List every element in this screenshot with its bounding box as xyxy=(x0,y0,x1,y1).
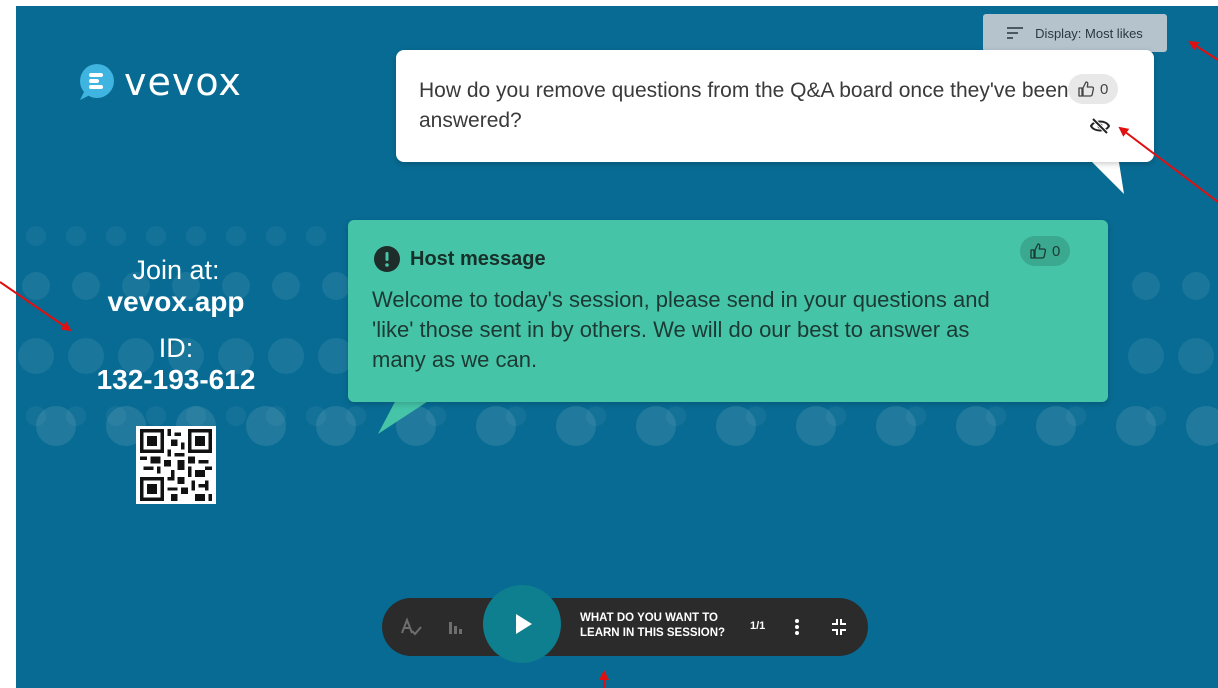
question-card-tail xyxy=(1086,156,1124,194)
thumbs-up-icon xyxy=(1078,81,1094,97)
host-message-like-button[interactable]: 0 xyxy=(1020,236,1071,266)
question-like-button[interactable]: 0 xyxy=(1068,74,1119,104)
host-message-like-count: 0 xyxy=(1052,242,1061,260)
alert-icon xyxy=(374,246,400,272)
host-message-text: Welcome to today's session, please send … xyxy=(372,287,990,372)
join-label: Join at: xyxy=(132,255,220,285)
sort-lines-icon xyxy=(1007,27,1024,39)
eye-off-icon[interactable] xyxy=(1090,118,1110,134)
qr-code-icon xyxy=(140,429,212,501)
bar-chart-icon[interactable] xyxy=(444,617,466,637)
vevox-logo-icon xyxy=(80,64,114,100)
more-options-icon[interactable] xyxy=(786,617,808,637)
session-id-label: ID: xyxy=(158,333,194,363)
question-card[interactable]: How do you remove questions from the Q&A… xyxy=(396,50,1154,162)
play-icon xyxy=(516,614,532,634)
text-check-icon[interactable] xyxy=(400,617,422,637)
question-counter: 1/1 xyxy=(750,620,766,632)
thumbs-up-icon xyxy=(1030,243,1046,259)
join-url: vevox.app xyxy=(107,286,245,317)
display-sort-label: Display: Most likes xyxy=(1035,25,1143,41)
question-like-count: 0 xyxy=(1100,80,1109,98)
vevox-logo: vevox xyxy=(76,62,242,102)
question-text: How do you remove questions from the Q&A… xyxy=(419,79,1069,132)
host-message-title: Host message xyxy=(410,247,546,270)
play-button[interactable] xyxy=(483,585,561,663)
active-question-title[interactable]: WHAT DO YOU WANT TO LEARN IN THIS SESSIO… xyxy=(580,611,750,641)
session-id-value: 132-193-612 xyxy=(96,364,256,395)
presentation-stage: vevox Join at: vevox.app ID: 132-193-612 xyxy=(16,6,1218,688)
host-message-header: Host message xyxy=(374,246,546,272)
join-panel: Join at: vevox.app ID: 132-193-612 xyxy=(56,254,296,396)
collapse-icon[interactable] xyxy=(828,617,850,637)
qr-code xyxy=(136,426,216,504)
host-card-tail xyxy=(378,396,436,434)
presenter-control-bar: WHAT DO YOU WANT TO LEARN IN THIS SESSIO… xyxy=(382,585,868,663)
display-sort-button[interactable]: Display: Most likes xyxy=(983,14,1167,52)
host-message-card: Host message Welcome to today's session,… xyxy=(348,220,1108,402)
brand-name: vevox xyxy=(124,60,242,104)
